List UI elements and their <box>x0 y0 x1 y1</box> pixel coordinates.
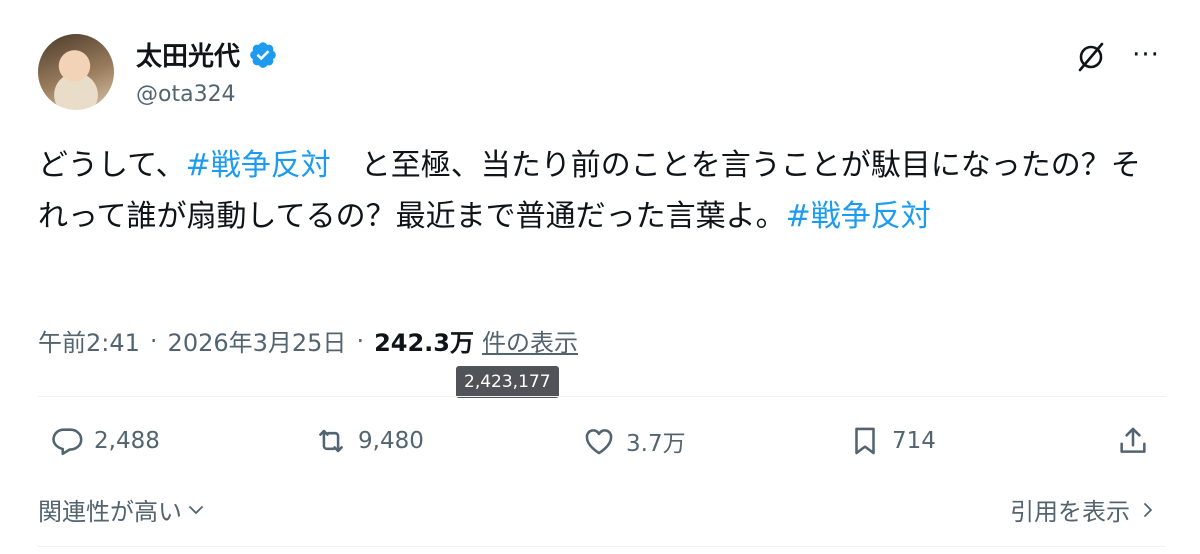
sort-label: 関連性が高い <box>38 498 182 526</box>
more-options-icon[interactable]: ··· <box>1128 40 1164 70</box>
share-icon <box>1120 427 1146 453</box>
meta-separator: · <box>149 326 158 355</box>
reply-count: 2,488 <box>94 428 160 454</box>
action-bar: 2,488 9,480 3.7万 714 <box>38 424 1166 468</box>
avatar[interactable] <box>38 34 114 110</box>
sort-dropdown[interactable]: 関連性が高い <box>38 492 206 527</box>
retweet-count: 9,480 <box>358 428 424 454</box>
tweet-meta: 午前2:41 · 2026年3月25日 · 242.3万 件の表示 <box>38 323 578 358</box>
tweet-time[interactable]: 午前2:41 <box>38 323 140 358</box>
author-row: 太田光代 <box>136 36 278 73</box>
reply-icon <box>52 428 83 456</box>
retweet-icon <box>319 429 343 453</box>
tweet-date[interactable]: 2026年3月25日 <box>168 323 347 358</box>
verified-badge-icon <box>250 41 276 68</box>
divider <box>38 546 1166 547</box>
spacer <box>38 479 1166 480</box>
heart-icon <box>585 429 613 455</box>
author-name[interactable]: 太田光代 <box>136 36 240 73</box>
grok-icon[interactable] <box>1074 40 1108 74</box>
reply-button[interactable]: 2,488 <box>50 424 160 458</box>
views-tooltip: 2,423,177 <box>456 366 559 398</box>
view-quotes-link[interactable]: 引用を表示 <box>1010 492 1158 527</box>
tweet-text-segment: どうして、 <box>38 148 186 183</box>
view-quotes-label: 引用を表示 <box>1010 498 1130 526</box>
bookmark-button[interactable]: 714 <box>848 424 936 458</box>
retweet-button[interactable]: 9,480 <box>314 424 424 458</box>
hashtag-link[interactable]: #戦争反対 <box>186 148 331 183</box>
like-count: 3.7万 <box>626 431 686 457</box>
meta-separator: · <box>356 326 365 355</box>
bookmark-icon <box>855 427 875 455</box>
chevron-right-icon <box>1144 502 1152 517</box>
hashtag-link[interactable]: #戦争反対 <box>786 199 931 234</box>
views-label[interactable]: 件の表示 <box>482 323 578 358</box>
like-button[interactable]: 3.7万 <box>582 424 686 458</box>
tweet-text: どうして、#戦争反対 と至極、当たり前のことを言うことが駄目になったの？それって… <box>38 140 1158 242</box>
author-handle[interactable]: @ota324 <box>136 82 236 107</box>
bookmark-count: 714 <box>892 428 936 454</box>
views-count[interactable]: 242.3万 <box>374 323 474 358</box>
share-button[interactable] <box>1116 424 1150 458</box>
divider <box>38 396 1166 397</box>
chevron-down-icon <box>189 505 203 514</box>
